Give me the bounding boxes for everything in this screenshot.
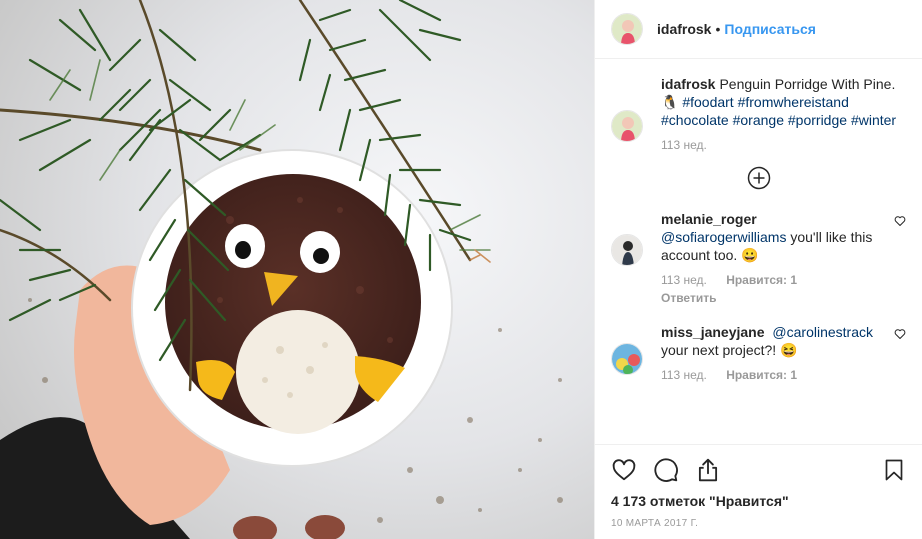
post-photo[interactable]	[0, 0, 594, 539]
caption-avatar[interactable]	[611, 110, 643, 142]
comment-avatar[interactable]	[611, 343, 643, 375]
post-sidebar: idafrosk • Подписаться idafrosk Penguin P…	[594, 0, 922, 539]
post-actions	[595, 444, 922, 495]
comment-like-heart-icon[interactable]	[894, 215, 906, 227]
comment-text-block: miss_janeyjane @carolinestrack your next…	[661, 323, 891, 359]
comment-likes[interactable]: Нравится: 1	[726, 273, 797, 287]
comment-username[interactable]: miss_janeyjane	[661, 324, 765, 340]
comment-avatar[interactable]	[611, 234, 643, 266]
comment-text: your next project?! 😆	[661, 342, 798, 358]
caption-username[interactable]: idafrosk	[661, 76, 715, 92]
comment-mention[interactable]: @carolinestrack	[772, 324, 873, 340]
comment: miss_janeyjane @carolinestrack your next…	[611, 323, 906, 382]
share-button[interactable]	[695, 457, 721, 483]
comment-time[interactable]: 113 нед.	[661, 273, 707, 287]
comment-icon	[654, 458, 678, 482]
penguin-porridge-image	[0, 0, 594, 539]
hashtag[interactable]: #winter	[851, 112, 896, 128]
load-more-comments-button[interactable]	[611, 166, 906, 190]
caption: idafrosk Penguin Porridge With Pine. 🐧 #f…	[611, 75, 906, 152]
hashtag[interactable]: #orange	[733, 112, 784, 128]
comment: melanie_roger @sofiarogerwilliams you'll…	[611, 210, 906, 305]
follow-button[interactable]: Подписаться	[724, 21, 816, 37]
plus-circle-icon	[747, 166, 770, 190]
author-avatar[interactable]	[611, 13, 643, 45]
comment-mention[interactable]: @sofiarogerwilliams	[661, 229, 786, 245]
comment-time[interactable]: 113 нед.	[661, 368, 707, 382]
author-username[interactable]: idafrosk	[657, 21, 711, 37]
post-modal: idafrosk • Подписаться idafrosk Penguin P…	[0, 0, 922, 539]
bookmark-icon	[885, 459, 903, 481]
hashtag[interactable]: #chocolate	[661, 112, 729, 128]
likes-count[interactable]: 4 173 отметок "Нравится"	[595, 493, 922, 509]
reply-button[interactable]: Ответить	[661, 291, 891, 305]
save-button[interactable]	[882, 457, 906, 483]
caption-meta: 113 нед.	[661, 138, 906, 152]
comment-meta: 113 нед. Нравится: 1	[661, 273, 891, 287]
comment-meta: 113 нед. Нравится: 1	[661, 368, 891, 382]
caption-time[interactable]: 113 нед.	[661, 138, 707, 152]
comment-likes[interactable]: Нравится: 1	[726, 368, 797, 382]
comment-like-heart-icon[interactable]	[894, 328, 906, 340]
comment-button[interactable]	[653, 457, 679, 483]
hashtag[interactable]: #porridge	[788, 112, 847, 128]
comment-username[interactable]: melanie_roger	[661, 211, 757, 227]
hashtag[interactable]: #fromwhereistand	[738, 94, 849, 110]
post-date[interactable]: 10 МАРТА 2017 Г.	[595, 518, 922, 529]
comment-text-block: melanie_roger @sofiarogerwilliams you'll…	[661, 210, 891, 264]
header-separator: •	[715, 21, 721, 37]
hashtag[interactable]: #foodart	[682, 94, 733, 110]
share-icon	[698, 458, 718, 482]
caption-text-block: idafrosk Penguin Porridge With Pine. 🐧 #f…	[661, 75, 906, 129]
like-button[interactable]	[611, 457, 637, 483]
post-header: idafrosk • Подписаться	[595, 0, 922, 59]
comments-feed[interactable]: idafrosk Penguin Porridge With Pine. 🐧 #f…	[595, 59, 922, 444]
heart-icon	[612, 459, 636, 481]
